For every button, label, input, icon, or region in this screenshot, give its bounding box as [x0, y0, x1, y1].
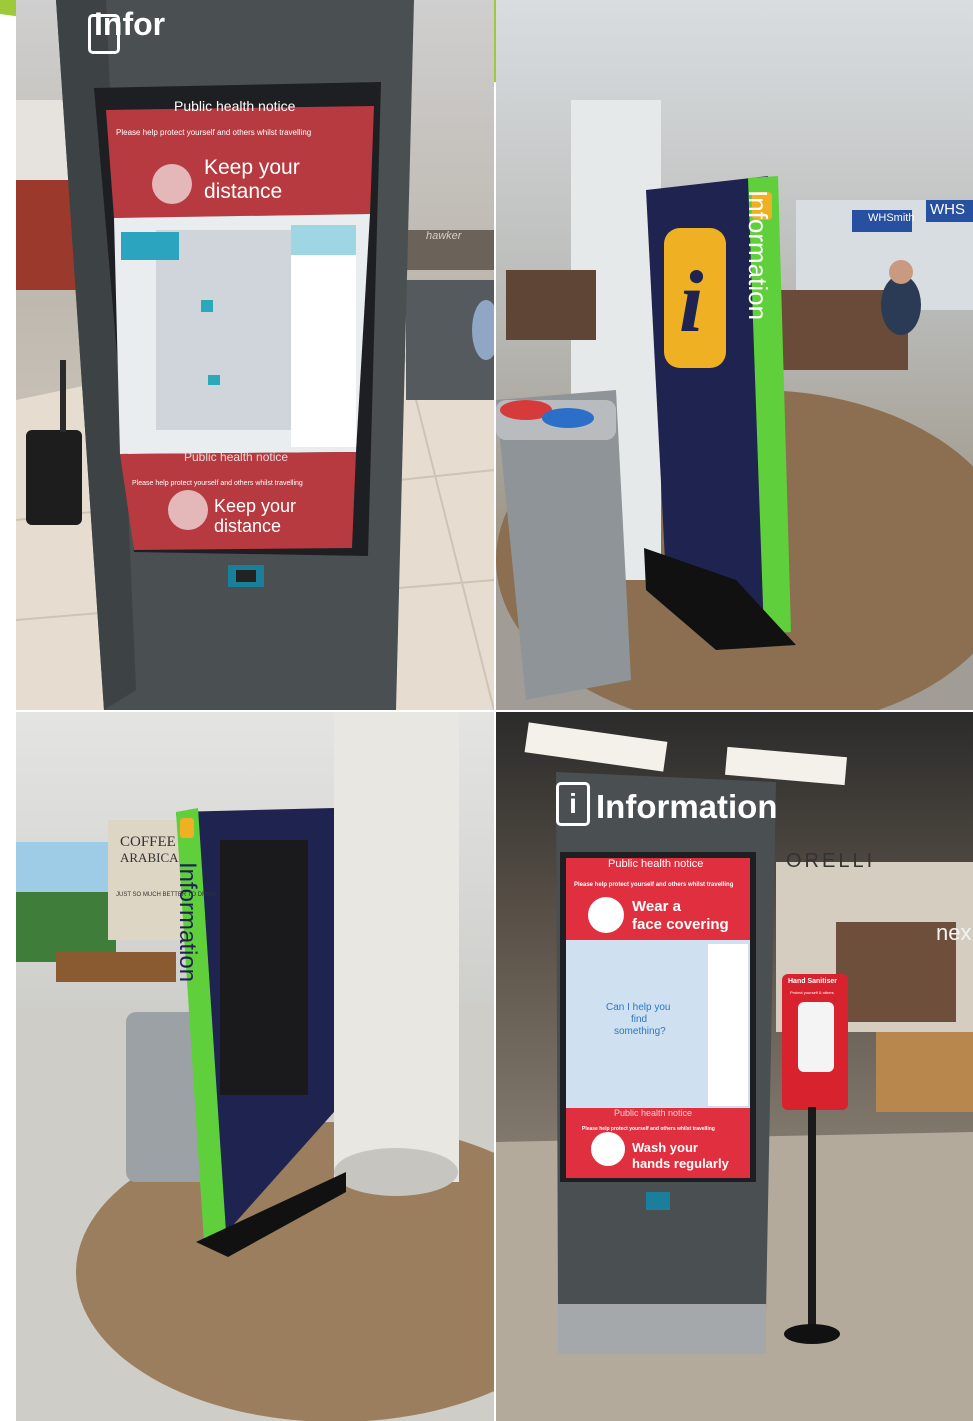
wall-text-slogan: JUST SO MUCH BETTER TO DRINK: [116, 892, 217, 898]
lower-notice-subtitle: Please help protect yourself and others …: [582, 1126, 715, 1132]
photo-kiosk-blank-screen: Information COFFEE ARABICA JUST SO MUCH …: [16, 712, 494, 1421]
kiosk-header: Information: [596, 788, 778, 825]
notice-message-line1: Wear a: [632, 898, 681, 915]
notice-subtitle: Please help protect yourself and others …: [116, 128, 312, 137]
shop-sign-whs: WHS: [930, 201, 965, 218]
notice-message-line2: face covering: [632, 916, 729, 933]
notice-title: Public health notice: [608, 858, 704, 870]
sanitiser-title: Hand Sanitiser: [788, 978, 838, 985]
photo-kiosk-face-covering: i Information Public health notice Pleas…: [496, 712, 973, 1421]
lower-notice-message-line1: Wash your: [632, 1140, 698, 1155]
background-store-sign: hawker: [426, 230, 462, 242]
info-icon: [88, 14, 120, 54]
lower-notice-title: Public health notice: [184, 450, 289, 464]
lower-notice-message-line1: Keep your: [214, 496, 297, 516]
prompt-line1: Can I help you: [606, 1002, 671, 1013]
shop-sign-whsmith: WHSmith: [868, 212, 915, 224]
notice-message-line1: Keep your: [204, 156, 300, 179]
store-sign-next: nex: [936, 920, 972, 945]
store-sign: ORELLI: [786, 850, 876, 872]
lower-notice-subtitle: Please help protect yourself and others …: [132, 480, 303, 487]
info-icon: i: [556, 782, 590, 826]
lower-notice-message-line2: distance: [214, 516, 282, 536]
side-information-text: Information: [743, 190, 773, 321]
wall-text-arabica: ARABICA: [120, 850, 179, 865]
sanitiser-subtitle: Protect yourself & others: [790, 990, 834, 995]
photo2-scene: [496, 100, 973, 710]
photo-navy-kiosk: i Information WHSmith WHS: [496, 0, 973, 710]
prompt-line2: find: [631, 1014, 648, 1025]
prompt-line3: something?: [614, 1026, 666, 1037]
info-i-glyph-large: i: [679, 254, 704, 351]
notice-subtitle: Please help protect yourself and others …: [574, 882, 734, 888]
photo3-scene: [16, 712, 494, 1421]
side-information-text: Information: [174, 862, 201, 983]
notice-message-line2: distance: [204, 180, 283, 203]
wall-text-coffee: COFFEE: [120, 834, 176, 850]
lower-notice-message-line2: hands regularly: [632, 1156, 729, 1171]
photo-kiosk-map: Infor Public health notice Please help p…: [16, 0, 494, 710]
notice-title: Public health notice: [174, 98, 296, 114]
lower-notice-title: Public health notice: [614, 1108, 693, 1118]
